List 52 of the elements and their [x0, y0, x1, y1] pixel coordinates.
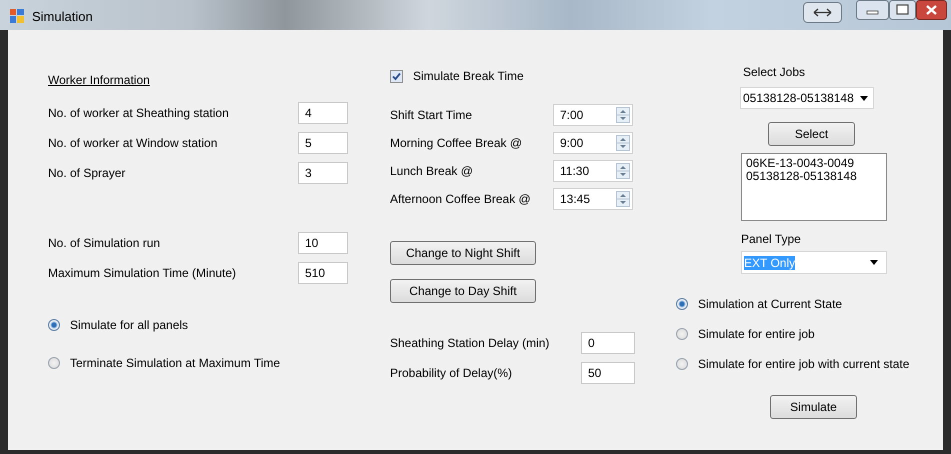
number-field[interactable]: 3 [298, 162, 348, 184]
list-item[interactable]: 05138128-05138148 [746, 170, 857, 183]
field-label: No. of worker at Sheathing station [48, 106, 230, 120]
caret-icon [870, 260, 878, 265]
number-field[interactable]: 4 [298, 102, 348, 124]
list-item[interactable]: 06KE-13-0043-0049 [746, 157, 854, 170]
field-label: Panel Type [741, 232, 801, 246]
close-button[interactable] [916, 0, 947, 20]
time-spinner[interactable]: 9:00 [553, 132, 633, 154]
number-field[interactable]: 10 [298, 232, 348, 254]
number-field[interactable]: 0 [581, 332, 635, 354]
radio-button[interactable] [48, 319, 60, 331]
number-field[interactable]: 50 [581, 362, 635, 384]
field-label: No. of worker at Window station [48, 136, 218, 150]
field-label: No. of Sprayer [48, 166, 126, 180]
radio-button[interactable] [676, 298, 688, 310]
jobs-dropdown[interactable]: 05138128-05138148 [740, 87, 874, 109]
radio-button[interactable] [48, 357, 60, 369]
field-label: Probability of Delay(%) [390, 366, 514, 380]
app-icon [10, 9, 24, 23]
field-label: Maximum Simulation Time (Minute) [48, 266, 238, 280]
radio-label: Simulate for entire job with current state [698, 357, 910, 371]
section-heading: Worker Information [48, 73, 150, 87]
field-label: No. of Simulation run [48, 236, 162, 250]
number-field[interactable]: 510 [298, 262, 348, 284]
shift-button[interactable]: Change to Night Shift [390, 241, 536, 265]
radio-button[interactable] [676, 328, 688, 340]
field-label: Select Jobs [743, 65, 806, 79]
field-label: Lunch Break @ [390, 164, 474, 178]
radio-label: Simulate for entire job [698, 327, 815, 341]
time-spinner[interactable]: 11:30 [553, 160, 633, 182]
radio-label: Terminate Simulation at Maximum Time [70, 356, 280, 370]
swap-arrows-icon[interactable] [803, 2, 842, 24]
radio-button[interactable] [676, 358, 688, 370]
shift-button[interactable]: Change to Day Shift [390, 279, 536, 303]
field-label: Sheathing Station Delay (min) [390, 336, 550, 350]
maximize-button[interactable] [889, 0, 916, 20]
radio-label: Simulation at Current State [698, 297, 842, 311]
number-field[interactable]: 5 [298, 132, 348, 154]
checkbox-label: Simulate Break Time [413, 69, 524, 83]
field-label: Shift Start Time [390, 108, 474, 122]
simulate-button[interactable]: Simulate [770, 395, 857, 419]
select-button[interactable]: Select [768, 122, 855, 146]
checkbox[interactable] [390, 70, 403, 82]
window-title: Simulation [32, 9, 93, 24]
time-spinner[interactable]: 13:45 [553, 188, 633, 210]
caret-icon [860, 96, 868, 100]
minimize-button[interactable] [856, 0, 889, 20]
field-label: Afternoon Coffee Break @ [390, 192, 532, 206]
radio-label: Simulate for all panels [70, 318, 188, 332]
field-label: Morning Coffee Break @ [390, 136, 524, 150]
time-spinner[interactable]: 7:00 [553, 104, 633, 126]
